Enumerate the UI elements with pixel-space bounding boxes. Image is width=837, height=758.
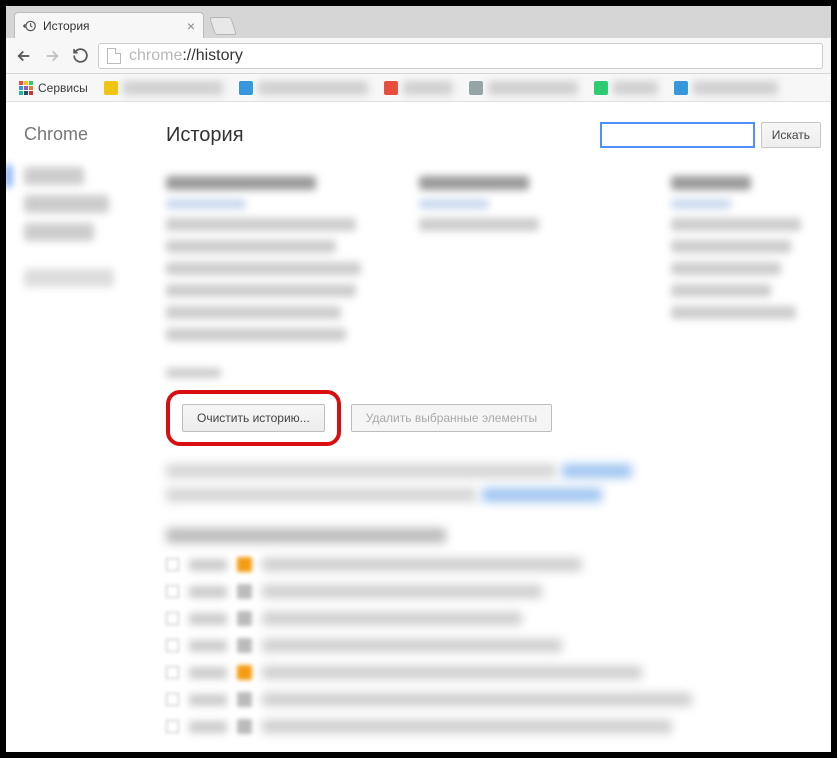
apps-icon xyxy=(19,81,33,95)
url-scheme: chrome xyxy=(129,47,182,65)
entry-time xyxy=(189,586,227,598)
entry-checkbox[interactable] xyxy=(166,612,179,625)
bookmark-item[interactable] xyxy=(589,79,663,97)
back-button[interactable] xyxy=(14,46,34,66)
sidebar-item[interactable] xyxy=(24,195,109,213)
entry-time xyxy=(189,559,227,571)
info-text xyxy=(166,464,821,488)
main-panel: История Искать xyxy=(156,102,831,752)
page-title: История xyxy=(166,124,244,147)
bookmarks-bar: Сервисы xyxy=(6,74,831,102)
sidebar-item[interactable] xyxy=(24,223,94,241)
entry-title xyxy=(262,585,542,598)
toolbar: chrome://history xyxy=(6,38,831,74)
entry-time xyxy=(189,694,227,706)
synced-devices xyxy=(166,176,821,350)
entry-checkbox[interactable] xyxy=(166,558,179,571)
entry-time xyxy=(189,613,227,625)
new-tab-button[interactable] xyxy=(209,17,237,35)
sidebar-item[interactable] xyxy=(24,269,114,287)
entry-checkbox[interactable] xyxy=(166,585,179,598)
entry-title xyxy=(262,720,672,733)
tab-history[interactable]: История × xyxy=(14,12,204,38)
apps-shortcut[interactable]: Сервисы xyxy=(14,79,93,97)
search-input[interactable] xyxy=(600,122,755,148)
favicon-icon xyxy=(237,665,252,680)
entry-checkbox[interactable] xyxy=(166,720,179,733)
reload-button[interactable] xyxy=(70,46,90,66)
favicon-icon xyxy=(237,611,252,626)
entry-title xyxy=(262,612,522,625)
tab-title: История xyxy=(43,19,90,33)
favicon-icon xyxy=(237,557,252,572)
entry-checkbox[interactable] xyxy=(166,639,179,652)
entry-title xyxy=(262,558,582,571)
history-entry[interactable] xyxy=(166,692,821,707)
history-entry[interactable] xyxy=(166,584,821,599)
apps-label: Сервисы xyxy=(38,81,88,95)
clear-history-button[interactable]: Очистить историю... xyxy=(182,404,325,432)
favicon-icon xyxy=(237,692,252,707)
bookmark-item[interactable] xyxy=(234,79,373,97)
search-group: Искать xyxy=(600,122,821,148)
history-date-heading xyxy=(166,528,446,543)
favicon-icon xyxy=(237,638,252,653)
page-content: Chrome История Искать xyxy=(6,102,831,752)
bookmark-item[interactable] xyxy=(464,79,583,97)
entry-title xyxy=(262,666,642,679)
address-bar[interactable]: chrome://history xyxy=(98,43,823,69)
close-icon[interactable]: × xyxy=(187,19,195,33)
url-path: ://history xyxy=(182,47,242,65)
history-entry[interactable] xyxy=(166,611,821,626)
history-icon xyxy=(23,19,37,33)
device-column xyxy=(166,176,359,350)
window-frame: История × chrome://history xyxy=(0,0,837,758)
device-column xyxy=(671,176,821,350)
delete-selected-button[interactable]: Удалить выбранные элементы xyxy=(351,404,552,432)
header-row: История Искать xyxy=(166,122,821,148)
entry-time xyxy=(189,640,227,652)
bookmark-item[interactable] xyxy=(669,79,783,97)
sidebar-item[interactable] xyxy=(24,167,84,185)
tab-bar: История × xyxy=(6,6,831,38)
history-entry[interactable] xyxy=(166,665,821,680)
entry-checkbox[interactable] xyxy=(166,693,179,706)
search-button[interactable]: Искать xyxy=(761,122,821,148)
history-entry[interactable] xyxy=(166,557,821,572)
device-column xyxy=(419,176,612,350)
history-entry[interactable] xyxy=(166,638,821,653)
bookmark-item[interactable] xyxy=(379,79,458,97)
action-row: Очистить историю... Удалить выбранные эл… xyxy=(166,390,821,446)
highlight-annotation: Очистить историю... xyxy=(166,390,341,446)
bookmark-item[interactable] xyxy=(99,79,228,97)
entry-checkbox[interactable] xyxy=(166,666,179,679)
entry-time xyxy=(189,667,227,679)
favicon-icon xyxy=(237,584,252,599)
info-text xyxy=(166,488,821,512)
entry-title xyxy=(262,639,562,652)
favicon-icon xyxy=(237,719,252,734)
page-icon xyxy=(107,48,121,64)
browser-window: История × chrome://history xyxy=(6,6,831,752)
entry-time xyxy=(189,721,227,733)
forward-button[interactable] xyxy=(42,46,62,66)
sidebar: Chrome xyxy=(6,102,156,752)
history-entry[interactable] xyxy=(166,719,821,734)
entry-title xyxy=(262,693,692,706)
brand-label: Chrome xyxy=(24,124,156,145)
